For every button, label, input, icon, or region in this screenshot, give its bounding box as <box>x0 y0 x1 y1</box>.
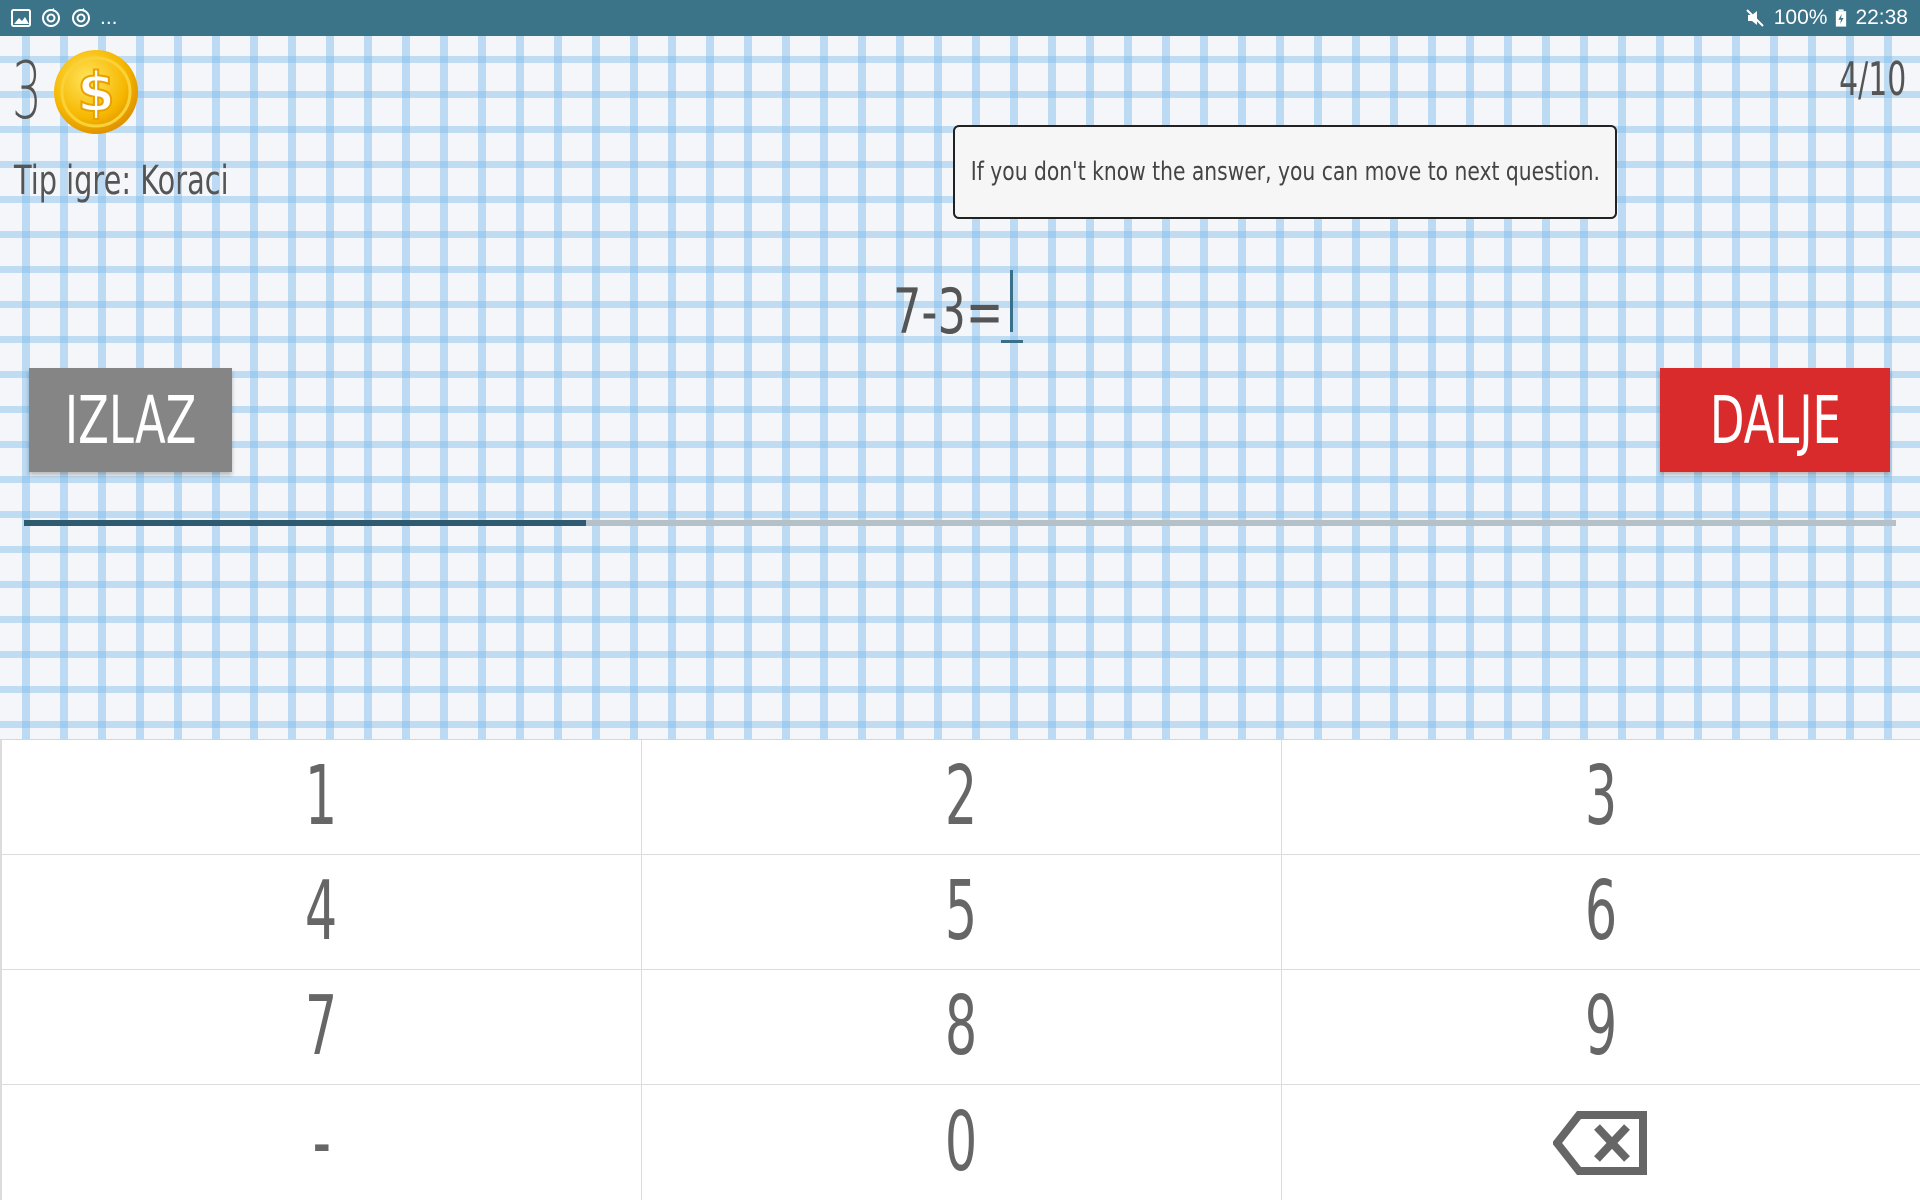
clock: 22:38 <box>1855 6 1908 29</box>
sync-icon <box>72 8 90 27</box>
key-5[interactable]: 5 <box>642 855 1282 970</box>
key-minus[interactable]: - <box>0 1085 642 1200</box>
key-0[interactable]: 0 <box>642 1085 1282 1200</box>
key-backspace[interactable] <box>1282 1085 1920 1200</box>
game-type-label: Tip igre: Koraci <box>14 158 229 204</box>
backspace-icon <box>1553 1110 1647 1175</box>
next-button-label: DALJE <box>1709 381 1841 459</box>
numeric-keypad: 1 2 3 4 5 6 7 8 9 - 0 <box>0 739 1920 1200</box>
key-8[interactable]: 8 <box>642 970 1282 1085</box>
text-caret <box>1010 270 1013 332</box>
exit-button-label: IZLAZ <box>64 381 197 459</box>
key-label: - <box>312 1094 331 1190</box>
key-label: 5 <box>945 864 978 959</box>
mute-icon <box>1746 9 1764 27</box>
key-2[interactable]: 2 <box>642 740 1282 855</box>
hint-tooltip: If you don't know the answer, you can mo… <box>953 125 1617 219</box>
key-label: 9 <box>1584 979 1618 1074</box>
key-label: 0 <box>945 1094 978 1190</box>
next-button[interactable]: DALJE <box>1660 368 1890 472</box>
status-bar-system: 100% 22:38 <box>1744 6 1908 30</box>
image-icon <box>11 9 31 27</box>
battery-percent: 100% <box>1773 6 1828 29</box>
battery-icon <box>1836 9 1847 27</box>
key-4[interactable]: 4 <box>0 855 642 970</box>
key-3[interactable]: 3 <box>1282 740 1920 855</box>
sync-icon <box>42 8 60 27</box>
progress-bar-fill <box>24 520 586 526</box>
equation-text: 7-3= <box>893 275 1004 348</box>
key-1[interactable]: 1 <box>0 740 642 855</box>
key-9[interactable]: 9 <box>1282 970 1920 1085</box>
coin-count: 3 <box>12 47 42 137</box>
question-progress: 4/10 <box>1838 52 1906 106</box>
answer-field[interactable] <box>1001 262 1023 343</box>
coin-icon: $ <box>54 50 138 134</box>
key-label: 6 <box>1584 864 1618 959</box>
svg-text:$: $ <box>77 61 115 124</box>
coin-counter: 3 $ <box>12 48 140 136</box>
hint-text: If you don't know the answer, you can mo… <box>970 157 1600 187</box>
key-7[interactable]: 7 <box>0 970 642 1085</box>
key-label: 1 <box>305 749 338 844</box>
key-label: 4 <box>305 864 338 959</box>
key-label: 3 <box>1584 749 1618 844</box>
question-equation: 7-3= <box>893 262 1023 343</box>
key-label: 7 <box>305 979 338 1074</box>
status-bar-notifications: ... <box>10 6 118 30</box>
key-label: 8 <box>945 979 978 1074</box>
exit-button[interactable]: IZLAZ <box>29 368 232 472</box>
status-bar: ... 100% 22:38 <box>0 0 1920 36</box>
app-screen: ... 100% 22:38 3 $ Tip igre: Koraci 4/10… <box>0 0 1920 1200</box>
progress-bar <box>24 520 1896 526</box>
more-notifications-indicator: ... <box>100 6 118 29</box>
key-label: 2 <box>945 749 978 844</box>
key-6[interactable]: 6 <box>1282 855 1920 970</box>
